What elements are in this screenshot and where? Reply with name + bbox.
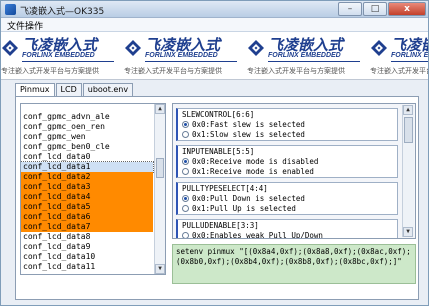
option-group-slewcontrol: SLEWCONTROL[6:6] 0x0:Fast slew is select… [176,108,398,141]
radio-option[interactable]: 0x1:Pull Up is selected [182,204,296,213]
radio-icon[interactable] [182,168,189,175]
list-item-selected[interactable]: conf_lcd_data2 [21,172,153,182]
option-group-pulltypeselect: PULLTYPESELECT[4:4] 0x0:Pull Down is sel… [176,182,398,215]
radio-icon[interactable] [182,232,189,238]
app-window: 飞凌嵌入式—OK335 – □ x 文件操作 飞凌嵌入式 FORLINX EMB… [0,0,429,306]
tab-pinmux[interactable]: Pinmux [15,83,55,97]
scroll-thumb[interactable] [404,117,413,143]
radio-option[interactable]: 0x0:Receive mode is disabled [182,157,318,166]
logo-divider [22,61,114,62]
list-item[interactable]: conf_lcd_data8 [21,232,153,242]
logo-en-text: FORLINX EMBEDDED [268,52,341,59]
list-item[interactable]: conf_lcd_data0 [21,152,153,162]
radio-option[interactable]: 0x0:Pull Down is selected [182,194,305,203]
forlinx-logo-icon [2,40,18,56]
scroll-down-icon[interactable]: ▼ [155,264,165,274]
maximize-button[interactable]: □ [363,2,387,16]
radio-option[interactable]: 0x0:Enables weak Pull Up/Down [182,231,323,238]
list-item[interactable]: conf_gpmc_wen [21,132,153,142]
list-item[interactable]: conf_gpmc_advn_ale [21,112,153,122]
banner-tagline: 专注嵌入式开发平台与方案提供 [247,67,345,75]
title-bar[interactable]: 飞凌嵌入式—OK335 – □ x [1,1,428,18]
pin-list-scrollbar[interactable]: ▲ ▼ [154,104,165,274]
minimize-button[interactable]: – [338,2,362,16]
list-item-selected[interactable]: conf_lcd_data3 [21,182,153,192]
close-button[interactable]: x [388,2,426,16]
banner-tile: 飞凌嵌入式 FORLINX EMBEDDED 专注嵌入式开发平台与方案提供 [243,32,366,79]
options-scrollbar[interactable]: ▲ ▼ [402,105,414,237]
app-icon [5,4,16,15]
group-title: SLEWCONTROL[6:6] [182,110,255,119]
radio-selected-icon[interactable] [182,195,189,202]
scroll-down-icon[interactable]: ▼ [403,227,413,237]
logo-divider [145,61,237,62]
forlinx-logo-icon [125,40,141,56]
radio-option[interactable]: 0x1:Slow slew is selected [182,130,305,139]
list-item[interactable]: conf_gpmc_ben0_cle [21,142,153,152]
logo-en-text: FORLINX EMBEDDED [22,52,95,59]
group-title: PULLTYPESELECT[4:4] [182,184,268,193]
tab-strip: Pinmux LCD uboot.env [15,83,134,97]
window-title: 飞凌嵌入式—OK335 [20,7,105,17]
pinmux-tab-panel: conf_gpmc_advn_ale conf_gpmc_oen_ren con… [15,96,419,300]
brand-banner: 飞凌嵌入式 FORLINX EMBEDDED 专注嵌入式开发平台与方案提供 飞凌… [1,32,428,80]
radio-icon[interactable] [182,131,189,138]
forlinx-logo-icon [248,40,264,56]
logo-en-text: FORLINX EMBEDDED [145,52,218,59]
menu-file-operations[interactable]: 文件操作 [7,19,43,32]
bitfield-options-panel: SLEWCONTROL[6:6] 0x0:Fast slew is select… [172,103,416,239]
list-item-selected[interactable]: conf_lcd_data4 [21,192,153,202]
logo-divider [268,61,360,62]
radio-icon[interactable] [182,205,189,212]
group-title: INPUTENABLE[5:5] [182,147,255,156]
list-item-selected[interactable]: conf_lcd_data6 [21,212,153,222]
scroll-thumb[interactable] [156,158,164,178]
output-line: setenv pinmux "[(0x8a4,0xf);(0x8a8,0xf);… [176,247,411,256]
banner-tile: 飞凌嵌入式 FORLINX EMBEDDED 专注嵌入式开发平台与方案提供 [366,32,428,79]
scroll-up-icon[interactable]: ▲ [403,105,413,115]
list-item[interactable]: conf_lcd_data9 [21,242,153,252]
list-item[interactable]: conf_gpmc_oen_ren [21,122,153,132]
option-group-pulludenable: PULLUDENABLE[3:3] 0x0:Enables weak Pull … [176,219,398,238]
radio-selected-icon[interactable] [182,158,189,165]
tab-lcd[interactable]: LCD [55,83,82,96]
banner-tagline: 专注嵌入式开发平台与方案提供 [370,67,428,75]
list-item[interactable]: conf_lcd_data10 [21,252,153,262]
list-item-focused[interactable]: conf_lcd_data1 [21,161,154,173]
menu-bar: 文件操作 [1,18,428,32]
banner-tile: 飞凌嵌入式 FORLINX EMBEDDED 专注嵌入式开发平台与方案提供 [1,32,120,79]
radio-selected-icon[interactable] [182,121,189,128]
scroll-up-icon[interactable]: ▲ [155,104,165,114]
radio-option[interactable]: 0x1:Receive mode is enabled [182,167,314,176]
logo-divider [391,61,428,62]
tab-uboot-env[interactable]: uboot.env [82,83,134,96]
list-item-selected[interactable]: conf_lcd_data7 [21,222,153,232]
pin-list[interactable]: conf_gpmc_advn_ale conf_gpmc_oen_ren con… [20,103,166,275]
banner-tile: 飞凌嵌入式 FORLINX EMBEDDED 专注嵌入式开发平台与方案提供 [120,32,243,79]
forlinx-logo-icon [371,40,387,56]
option-group-inputenable: INPUTENABLE[5:5] 0x0:Receive mode is dis… [176,145,398,178]
logo-en-text: FORLINX EMBEDDED [391,52,428,59]
setenv-output-box[interactable]: setenv pinmux "[(0x8a4,0xf);(0x8a8,0xf);… [172,244,416,284]
group-title: PULLUDENABLE[3:3] [182,221,259,230]
list-item-selected[interactable]: conf_lcd_data5 [21,202,153,212]
radio-option[interactable]: 0x0:Fast slew is selected [182,120,305,129]
banner-tagline: 专注嵌入式开发平台与方案提供 [1,67,99,75]
window-controls: – □ x [338,2,426,16]
banner-tagline: 专注嵌入式开发平台与方案提供 [124,67,222,75]
list-item[interactable]: conf_lcd_data11 [21,262,153,272]
output-line: (0x8b0,0xf);(0x8b4,0xf);(0x8b8,0xf);(0x8… [176,257,402,266]
